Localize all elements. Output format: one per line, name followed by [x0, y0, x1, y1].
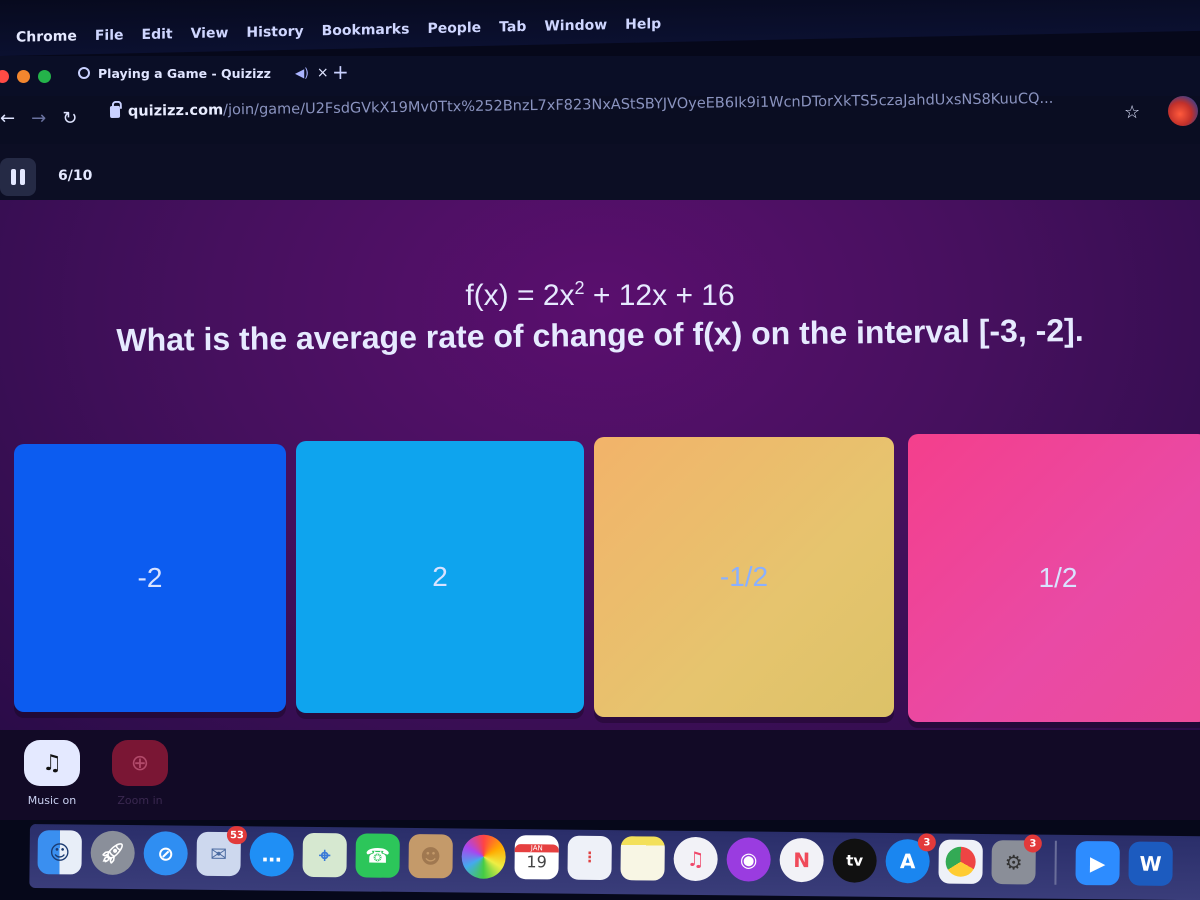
bookmark-star-icon[interactable]: ☆	[1124, 102, 1140, 123]
lock-icon	[109, 105, 121, 118]
dock-notes-icon[interactable]	[620, 836, 665, 881]
window-controls	[0, 70, 51, 83]
question-formula: f(x) = 2x2 + 12x + 16	[0, 278, 1200, 313]
back-arrow-icon[interactable]: ←	[0, 108, 15, 129]
answer-label: 1/2	[1038, 562, 1078, 593]
calendar-month: JAN	[514, 843, 559, 853]
quiz-header: 6/10	[0, 144, 1200, 204]
menu-window[interactable]: Window	[544, 17, 607, 34]
dock: ☺ 🚀︎ ⊘ ✉ 53 … ⌖ ☎ ☻ JAN 19 ⋮ ♫ ◉ N tv A3 ⚙…	[29, 824, 1200, 900]
formula-suffix: + 12x + 16	[584, 279, 735, 312]
answer-option-2[interactable]: 2	[296, 441, 584, 713]
zoom-in-control[interactable]: ⊕ Zoom in	[112, 740, 168, 807]
dock-mail-icon[interactable]: ✉ 53	[196, 826, 247, 877]
zoom-label: Zoom in	[117, 794, 163, 807]
pause-button[interactable]	[0, 158, 36, 196]
system-preferences-badge: 3	[1023, 834, 1042, 853]
url-host: quizizz.com	[127, 102, 224, 120]
menu-edit[interactable]: Edit	[142, 26, 173, 43]
dock-calendar-icon[interactable]: JAN 19	[514, 835, 559, 880]
tab-quizizz[interactable]: Playing a Game - Quizizz ◀︎) ×	[78, 65, 329, 81]
answer-option-1[interactable]: -2	[14, 444, 286, 712]
close-tab-button[interactable]: ×	[317, 65, 329, 81]
answer-option-3[interactable]: -1/2	[594, 437, 894, 717]
pause-icon	[20, 169, 25, 185]
word-label: W	[1139, 851, 1162, 876]
dock-tv-icon[interactable]: tv	[832, 838, 877, 883]
app-store-badge: 3	[917, 833, 936, 852]
dock-contacts-icon[interactable]: ☻	[408, 833, 453, 879]
minimize-window-button[interactable]	[17, 70, 30, 83]
menu-bar: Chrome File Edit View History Bookmarks …	[0, 0, 1200, 56]
music-note-icon[interactable]: ♫	[24, 740, 80, 786]
new-tab-button[interactable]: +	[332, 60, 349, 84]
dock-chrome-icon[interactable]	[938, 839, 983, 884]
answer-label: 2	[432, 561, 448, 592]
music-toggle[interactable]: ♫ Music on	[24, 740, 80, 807]
question-counter: 6/10	[58, 168, 93, 184]
dock-app-store-icon[interactable]: A3	[885, 833, 936, 884]
pause-icon	[11, 169, 16, 185]
answer-label: -1/2	[719, 561, 769, 592]
dock-system-preferences-icon[interactable]: ⚙ 3	[991, 834, 1042, 885]
menu-people[interactable]: People	[427, 20, 481, 37]
dock-photos-icon[interactable]	[461, 834, 506, 879]
dock-word-icon[interactable]: W	[1128, 841, 1173, 886]
address-bar[interactable]: quizizz.com /join/game/U2FsdGVkX19Mv0Ttx…	[109, 91, 1053, 120]
answer-label: -2	[137, 562, 163, 593]
forward-arrow-icon[interactable]: →	[31, 108, 46, 129]
menu-view[interactable]: View	[191, 25, 229, 42]
dock-zoom-icon[interactable]: ▶	[1075, 840, 1120, 886]
quiz-footer: ♫ Music on ⊕ Zoom in	[0, 730, 1200, 820]
quizizz-favicon-icon	[78, 67, 90, 79]
reload-icon[interactable]: ↻	[62, 108, 77, 129]
dock-separator	[1054, 840, 1057, 885]
dock-finder-icon[interactable]: ☺	[37, 830, 82, 875]
zoom-window-button[interactable]	[38, 70, 51, 83]
tab-title: Playing a Game - Quizizz	[98, 65, 271, 81]
music-label: Music on	[27, 794, 77, 807]
dock-podcasts-icon[interactable]: ◉	[726, 837, 771, 882]
mail-badge: 53	[226, 826, 247, 845]
formula-prefix: f(x) = 2x	[465, 279, 575, 312]
tv-label: tv	[846, 851, 864, 870]
dock-maps-icon[interactable]: ⌖	[302, 832, 347, 878]
menu-app-name[interactable]: Chrome	[16, 28, 77, 45]
dock-facetime-icon[interactable]: ☎	[355, 833, 400, 878]
speaker-icon[interactable]: ◀︎)	[295, 66, 309, 80]
dock-reminders-icon[interactable]: ⋮	[567, 835, 612, 881]
dock-news-icon[interactable]: N	[779, 837, 824, 883]
question: f(x) = 2x2 + 12x + 16 What is the averag…	[0, 278, 1200, 358]
dock-messages-icon[interactable]: …	[249, 832, 294, 877]
dock-safari-icon[interactable]: ⊘	[143, 831, 188, 876]
menu-help[interactable]: Help	[625, 16, 661, 33]
dock-launchpad-icon[interactable]: 🚀︎	[90, 830, 135, 876]
menu-tab[interactable]: Tab	[499, 19, 526, 36]
menu-bookmarks[interactable]: Bookmarks	[322, 21, 410, 39]
zoom-in-icon[interactable]: ⊕	[112, 740, 168, 786]
question-prompt: What is the average rate of change of f(…	[116, 311, 1084, 359]
menu-history[interactable]: History	[246, 24, 303, 41]
answer-options: -2 2 -1/2 1/2	[14, 434, 1200, 728]
close-window-button[interactable]	[0, 70, 9, 83]
dock-music-icon[interactable]: ♫	[673, 836, 718, 882]
quiz-area: f(x) = 2x2 + 12x + 16 What is the averag…	[0, 200, 1200, 740]
menu-file[interactable]: File	[95, 27, 124, 44]
profile-avatar[interactable]	[1168, 96, 1198, 126]
formula-exponent: 2	[574, 278, 585, 298]
answer-option-4[interactable]: 1/2	[908, 434, 1200, 722]
calendar-day: 19	[526, 851, 547, 871]
browser-toolbar: ← → ↻ quizizz.com /join/game/U2FsdGVkX19…	[0, 91, 1200, 144]
tab-strip: Playing a Game - Quizizz ◀︎) × +	[0, 56, 1200, 96]
